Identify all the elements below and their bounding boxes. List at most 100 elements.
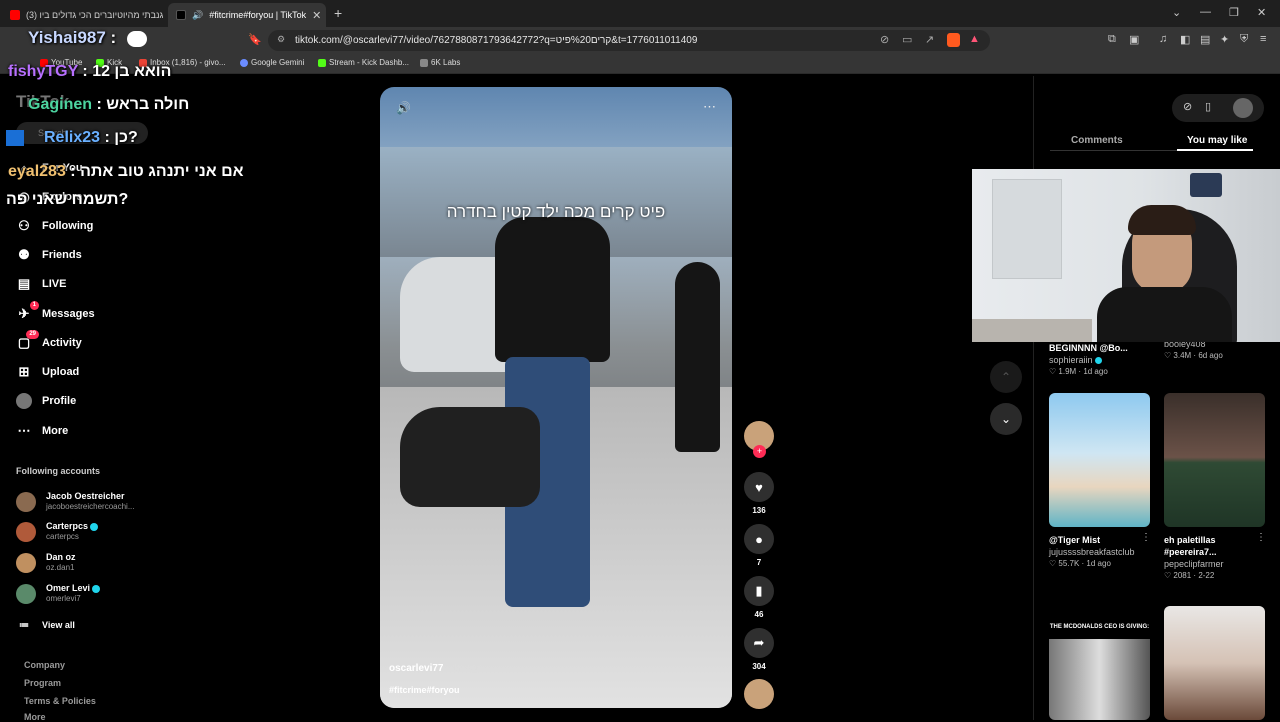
webcam-shirt <box>1097 287 1232 342</box>
bookmark-gemini[interactable]: Google Gemini <box>240 58 304 67</box>
browser-tab-youtube[interactable]: (3) גנבתי מהיוטיוברים הכי גדולים ביו... <box>2 3 164 27</box>
list-icon: ≔ <box>19 619 29 631</box>
tab-search-icon[interactable]: ⌄ <box>1172 6 1181 19</box>
sidebar-item-following[interactable]: ⚇ Following <box>16 218 93 234</box>
rewards-icon[interactable]: ▲ <box>969 33 980 45</box>
install-app-icon[interactable]: ▭ <box>902 33 912 46</box>
maximize-button[interactable]: ❐ <box>1229 6 1239 19</box>
video-card[interactable]: eh paletillas #peereira7... pepeclipfarm… <box>1164 393 1266 582</box>
video-caption[interactable]: #fitcrime#foryou <box>389 685 460 695</box>
close-window-button[interactable]: ✕ <box>1257 6 1266 19</box>
bookmark-6k-labs[interactable]: 6K Labs <box>420 58 460 67</box>
volume-icon[interactable]: 🔊 <box>396 101 411 115</box>
video-author[interactable]: oscarlevi77 · 1h ago <box>389 663 483 674</box>
video-player[interactable]: פיט קרים מכה ילד קטין בחדרה 🔊 ⋯ oscarlev… <box>380 87 732 708</box>
share-button[interactable]: ➦ 304 <box>744 628 774 671</box>
account-item[interactable]: Dan oz oz.dan1 <box>16 552 76 573</box>
wallet-icon[interactable]: ▤ <box>1200 33 1210 46</box>
creator-avatar-button[interactable]: + <box>744 421 774 458</box>
avatar <box>16 583 36 604</box>
video-thumbnail <box>1049 393 1150 527</box>
minimize-button[interactable]: — <box>1200 6 1211 18</box>
music-disc-button[interactable] <box>744 679 774 709</box>
extensions-icon[interactable]: ⧉ <box>1108 33 1116 46</box>
badge-icon <box>6 129 24 146</box>
menu-icon[interactable]: ≡ <box>1260 33 1266 45</box>
video-card[interactable]: BEGINNNN @Bo... sophieraiin ♡ 1.9M · 1d … <box>1049 338 1128 378</box>
bookmark-kick-dashboard[interactable]: Stream - Kick Dashb... <box>318 58 409 67</box>
friends-icon: ⚉ <box>18 247 30 262</box>
account-item[interactable]: Carterpcs carterpcs <box>16 521 99 542</box>
no-tracking-icon[interactable]: ⊘ <box>880 33 889 46</box>
profile-icon <box>16 393 32 409</box>
video-card[interactable]: @Tiger Mist jujussssbreakfastclub ♡ 55.7… <box>1049 393 1151 570</box>
footer-link-more[interactable]: More <box>24 712 46 722</box>
music-icon[interactable]: ♫ <box>1159 33 1167 45</box>
card-more-icon[interactable]: ⋮ <box>1256 532 1266 543</box>
avatar <box>16 552 36 573</box>
close-tab-icon[interactable]: ✕ <box>312 9 321 22</box>
sidebar-toggle-icon[interactable]: ▣ <box>1129 33 1139 46</box>
video-bystander <box>675 262 720 452</box>
account-item[interactable]: Omer Levi omerlevi7 <box>16 583 101 604</box>
sidebar-item-more[interactable]: ⋯ More <box>16 423 69 439</box>
new-tab-button[interactable]: + <box>334 5 342 21</box>
reader-icon[interactable]: ◧ <box>1180 33 1190 46</box>
sidebar-item-activity[interactable]: ▢ 29 Activity <box>16 330 82 351</box>
browser-tab-tiktok[interactable]: 🔊 #fitcrime#foryou | TikTok ✕ <box>168 3 326 27</box>
sidebar-item-messages[interactable]: ✈ 1 Messages <box>16 301 95 322</box>
emote-icon <box>126 30 147 47</box>
video-card[interactable]: THE MCDONALDS CEO IS GIVING: <box>1049 606 1150 720</box>
labs-icon <box>420 58 428 67</box>
compass-icon[interactable]: ⊘ <box>1183 100 1192 113</box>
heart-icon: ♥ <box>744 472 774 502</box>
tab-comments[interactable]: Comments <box>1071 135 1123 146</box>
tab-title: #fitcrime#foryou | TikTok <box>209 10 307 20</box>
verified-icon <box>92 584 101 593</box>
like-button[interactable]: ♥ 136 <box>744 472 774 515</box>
video-card[interactable] <box>1164 606 1265 720</box>
sidebar-item-profile[interactable]: Profile <box>16 393 76 409</box>
tab-you-may-like[interactable]: You may like <box>1187 135 1247 146</box>
ai-icon[interactable]: ✦ <box>1220 33 1229 46</box>
previous-video-button[interactable]: ⌃ <box>990 361 1022 393</box>
save-button[interactable]: ▮ 46 <box>744 576 774 619</box>
avatar <box>16 491 36 512</box>
url-field[interactable]: ⚙ tiktok.com/@oscarlevi77/video/76278808… <box>268 30 990 51</box>
webcam-wall-frame <box>1190 173 1222 197</box>
webcam-window <box>992 179 1062 279</box>
account-item[interactable]: Jacob Oestreicher jacoboestreichercoachi.… <box>16 491 135 512</box>
chat-message: Yishai987 : <box>28 28 147 48</box>
video-thumbnail: THE MCDONALDS CEO IS GIVING: <box>1049 606 1150 720</box>
avatar <box>16 521 36 542</box>
panel-toolbar: ⊘ ▯ <box>1172 94 1264 122</box>
vpn-icon[interactable]: ⛨ <box>1240 33 1248 46</box>
video-person-ground <box>400 407 540 507</box>
avatar[interactable] <box>1233 98 1253 118</box>
footer-link-program[interactable]: Program <box>24 678 61 688</box>
speaker-icon: 🔊 <box>192 9 204 20</box>
next-video-button[interactable]: ⌄ <box>990 403 1022 435</box>
tab-title: (3) גנבתי מהיוטיוברים הכי גדולים ביו... <box>26 10 164 20</box>
site-info-icon[interactable]: ⚙ <box>277 34 285 45</box>
heart-icon: ♡ <box>1049 367 1057 376</box>
follow-plus-icon[interactable]: + <box>753 445 766 458</box>
share-icon[interactable]: ↗ <box>925 33 934 46</box>
comment-button[interactable]: ● 7 <box>744 524 774 567</box>
footer-link-terms[interactable]: Terms & Policies <box>24 696 96 706</box>
sidebar-item-friends[interactable]: ⚉ Friends <box>16 247 82 263</box>
device-icon[interactable]: ▯ <box>1205 100 1211 113</box>
following-icon: ⚇ <box>18 218 30 233</box>
gemini-icon <box>240 58 248 67</box>
activity-icon: ▢ 29 <box>16 330 39 351</box>
card-more-icon[interactable]: ⋮ <box>1141 532 1151 543</box>
view-all-button[interactable]: ≔ View all <box>16 617 75 633</box>
browser-tab-bar: (3) גנבתי מהיוטיוברים הכי גדולים ביו... … <box>0 0 1280 27</box>
thumbnail-image <box>1049 639 1150 720</box>
brave-shield-icon[interactable] <box>947 33 960 47</box>
bookmark-icon[interactable]: 🔖 <box>248 33 262 46</box>
sidebar-item-upload[interactable]: ⊞ Upload <box>16 364 80 380</box>
footer-link-company[interactable]: Company <box>24 660 65 670</box>
sidebar-item-live[interactable]: ▤ LIVE <box>16 276 67 292</box>
more-options-icon[interactable]: ⋯ <box>703 99 716 115</box>
